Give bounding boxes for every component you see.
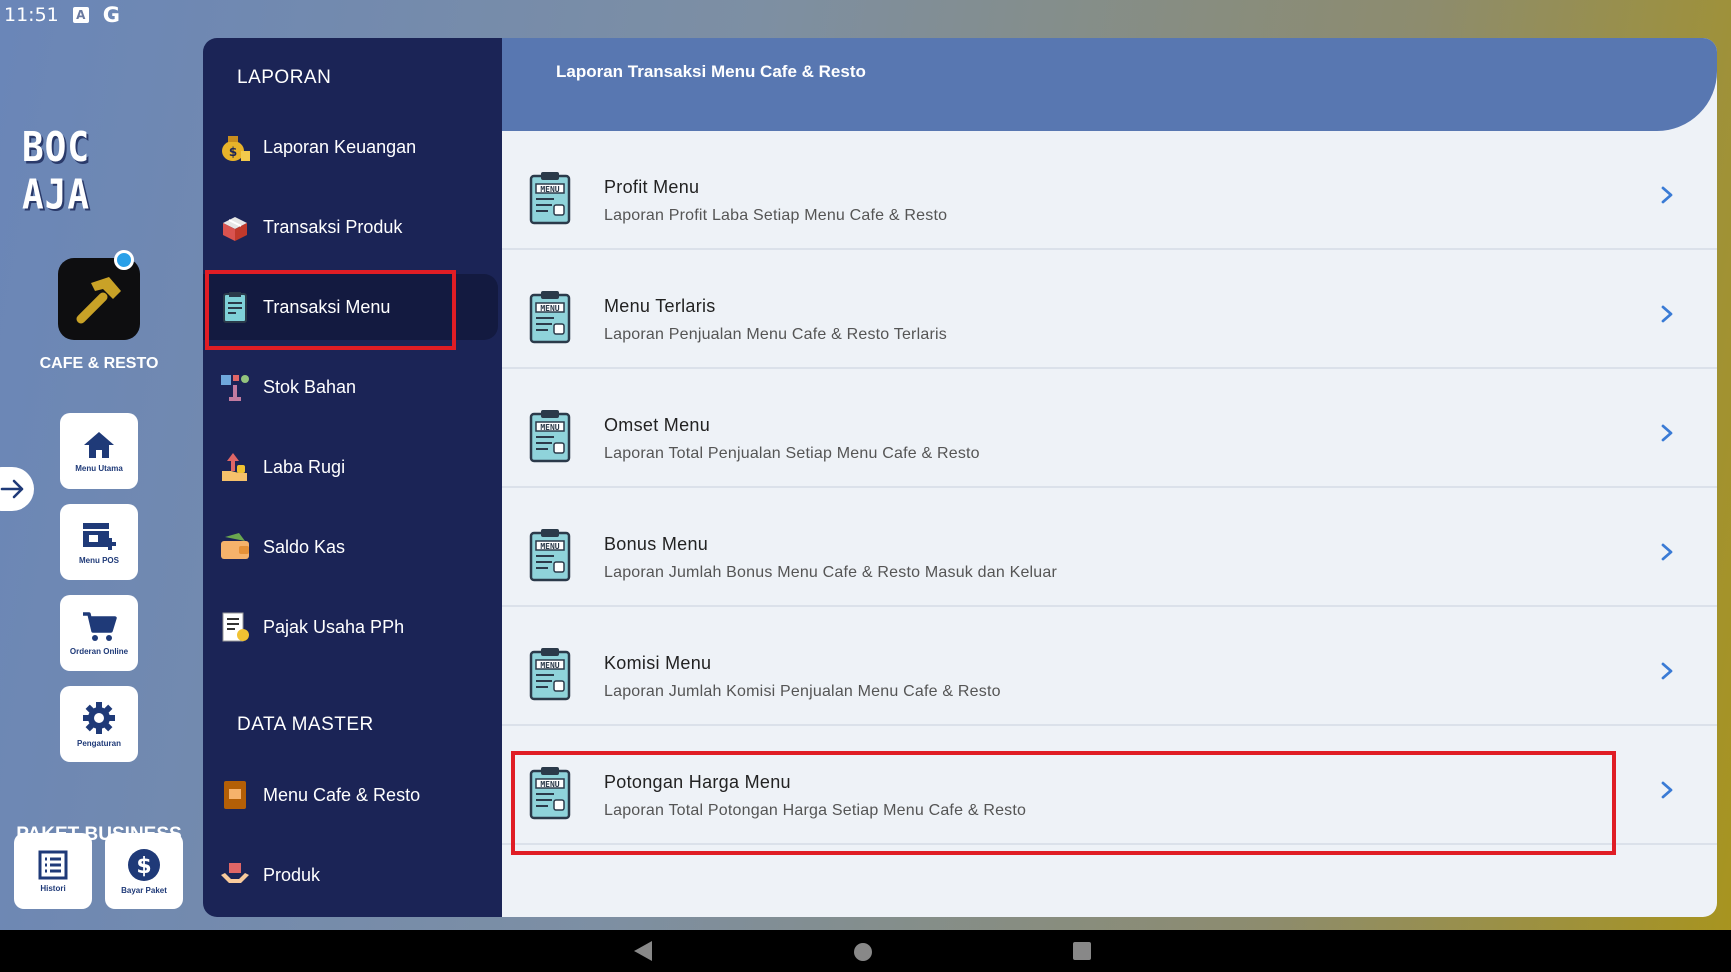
menu-utama-button[interactable]: Menu Utama xyxy=(60,413,138,489)
menu-clipboard-icon: MENU xyxy=(528,290,572,349)
sidebar-item-saldo-kas[interactable]: Saldo Kas xyxy=(203,514,498,580)
bayar-paket-label: Bayar Paket xyxy=(121,885,167,895)
svg-text:MENU: MENU xyxy=(540,661,559,670)
svg-text:$: $ xyxy=(229,145,237,159)
brand-logo: BOC AJA xyxy=(22,124,91,219)
ingredients-icon xyxy=(219,371,251,403)
expand-rail-button[interactable] xyxy=(0,467,34,511)
sidebar-item-label: Laporan Keuangan xyxy=(263,136,417,157)
menu-pos-label: Menu POS xyxy=(78,555,119,565)
histori-label: Histori xyxy=(40,883,66,893)
section-laporan-title: LAPORAN xyxy=(237,67,332,88)
menu-clipboard-icon: MENU xyxy=(528,528,572,587)
menu-clipboard-icon: MENU xyxy=(528,647,572,706)
wallet-icon xyxy=(219,531,251,563)
svg-text:$: $ xyxy=(136,854,151,879)
sidebar-item-laporan-keuangan[interactable]: $ Laporan Keuangan xyxy=(203,114,498,180)
section-master-title: DATA MASTER xyxy=(237,714,374,735)
app-name: CAFE & RESTO xyxy=(39,355,159,372)
report-title: Bonus Menu xyxy=(604,534,709,554)
hands-box-icon xyxy=(219,859,251,891)
menu-clipboard-icon: MENU xyxy=(528,409,572,468)
money-bag-icon: $ xyxy=(219,131,251,163)
home-circle-icon[interactable] xyxy=(853,942,873,962)
highlight-box-potongan-harga xyxy=(511,751,1616,855)
report-row-omset-menu[interactable]: MENU Omset Menu Laporan Total Penjualan Se… xyxy=(502,369,1717,488)
menu-utama-label: Menu Utama xyxy=(75,463,123,473)
sidebar-item-label: Menu Cafe & Resto xyxy=(263,784,421,805)
report-subtitle: Laporan Total Penjualan Setiap Menu Cafe… xyxy=(604,445,980,462)
report-row-bonus-menu[interactable]: MENU Bonus Menu Laporan Jumlah Bonus Menu … xyxy=(502,488,1717,607)
report-row-menu-terlaris[interactable]: MENU Menu Terlaris Laporan Penjualan Menu … xyxy=(502,250,1717,369)
google-icon: G xyxy=(102,3,121,27)
dollar-icon: $ xyxy=(128,848,160,881)
histori-button[interactable]: Histori xyxy=(14,833,92,909)
report-title: Profit Menu xyxy=(604,177,700,197)
pengaturan-label: Pengaturan xyxy=(76,738,121,748)
chevron-right-icon[interactable] xyxy=(1660,542,1674,567)
back-icon[interactable] xyxy=(632,939,654,963)
menu-pos-button[interactable]: Menu POS xyxy=(60,504,138,580)
report-subtitle: Laporan Penjualan Menu Cafe & Resto Terl… xyxy=(604,326,947,343)
report-row-profit-menu[interactable]: MENU Profit Menu Laporan Profit Laba Setia… xyxy=(502,131,1717,250)
sidebar-item-pajak-usaha[interactable]: Pajak Usaha PPh xyxy=(203,594,498,660)
profit-hand-icon xyxy=(219,451,251,483)
status-time: 11:51 xyxy=(4,4,59,26)
left-rail: BOC AJA CAFE & RESTO Menu Utama Menu POS xyxy=(0,30,200,930)
app-icon[interactable] xyxy=(58,258,140,340)
sidebar-item-menu-cafe-resto[interactable]: Menu Cafe & Resto xyxy=(203,762,498,828)
bayar-paket-button[interactable]: $ Bayar Paket xyxy=(105,833,183,909)
store-add-icon xyxy=(83,522,116,550)
orderan-online-button[interactable]: Orderan Online xyxy=(60,595,138,671)
menu-clipboard-icon: MENU xyxy=(528,171,572,230)
arrow-right-icon xyxy=(0,479,24,499)
chevron-right-icon[interactable] xyxy=(1660,185,1674,210)
chevron-right-icon[interactable] xyxy=(1660,304,1674,329)
sidebar-item-produk[interactable]: Produk xyxy=(203,842,498,908)
chevron-right-icon[interactable] xyxy=(1660,423,1674,448)
sidebar-item-label: Saldo Kas xyxy=(263,536,346,557)
report-subtitle: Laporan Jumlah Komisi Penjualan Menu Caf… xyxy=(604,683,1001,700)
sidebar: LAPORAN $ Laporan Keuangan Transaksi Pro… xyxy=(203,38,503,917)
sidebar-item-label: Pajak Usaha PPh xyxy=(263,616,405,637)
menu-book-icon xyxy=(219,779,251,811)
highlight-box-transaksi-menu xyxy=(205,270,456,350)
home-icon xyxy=(84,431,114,458)
report-title: Komisi Menu xyxy=(604,653,712,673)
gear-icon xyxy=(83,701,115,734)
orderan-online-label: Orderan Online xyxy=(69,646,129,656)
notification-a-icon: A xyxy=(72,7,89,23)
sidebar-item-stok-bahan[interactable]: Stok Bahan xyxy=(203,354,498,420)
status-bar: 11:51 A G xyxy=(0,0,1731,30)
report-title: Omset Menu xyxy=(604,415,711,435)
sidebar-item-label: Transaksi Produk xyxy=(263,216,403,237)
list-icon xyxy=(38,850,68,879)
page-header: Laporan Transaksi Menu Cafe & Resto xyxy=(502,38,1717,131)
sidebar-item-label: Laba Rugi xyxy=(263,456,346,477)
sidebar-item-transaksi-produk[interactable]: Transaksi Produk xyxy=(203,194,498,260)
svg-text:MENU: MENU xyxy=(540,185,559,194)
page-title: Laporan Transaksi Menu Cafe & Resto xyxy=(556,62,866,81)
svg-text:MENU: MENU xyxy=(540,304,559,313)
system-navigation-bar xyxy=(0,930,1731,972)
sidebar-item-label: Produk xyxy=(263,864,321,885)
cart-icon xyxy=(83,611,117,641)
hammer-logo-icon xyxy=(76,277,121,324)
recents-icon[interactable] xyxy=(1072,941,1092,961)
chevron-right-icon[interactable] xyxy=(1660,661,1674,686)
tax-document-icon xyxy=(219,611,251,643)
chevron-right-icon[interactable] xyxy=(1660,780,1674,805)
report-subtitle: Laporan Jumlah Bonus Menu Cafe & Resto M… xyxy=(604,564,1058,581)
box-icon xyxy=(219,211,251,243)
svg-text:MENU: MENU xyxy=(540,423,559,432)
svg-text:MENU: MENU xyxy=(540,542,559,551)
report-title: Menu Terlaris xyxy=(604,296,716,316)
sidebar-item-label: Stok Bahan xyxy=(263,376,357,397)
sidebar-item-laba-rugi[interactable]: Laba Rugi xyxy=(203,434,498,500)
report-row-komisi-menu[interactable]: MENU Komisi Menu Laporan Jumlah Komisi Pen… xyxy=(502,607,1717,726)
app-status-dot xyxy=(114,250,134,270)
pengaturan-button[interactable]: Pengaturan xyxy=(60,686,138,762)
report-subtitle: Laporan Profit Laba Setiap Menu Cafe & R… xyxy=(604,207,948,224)
